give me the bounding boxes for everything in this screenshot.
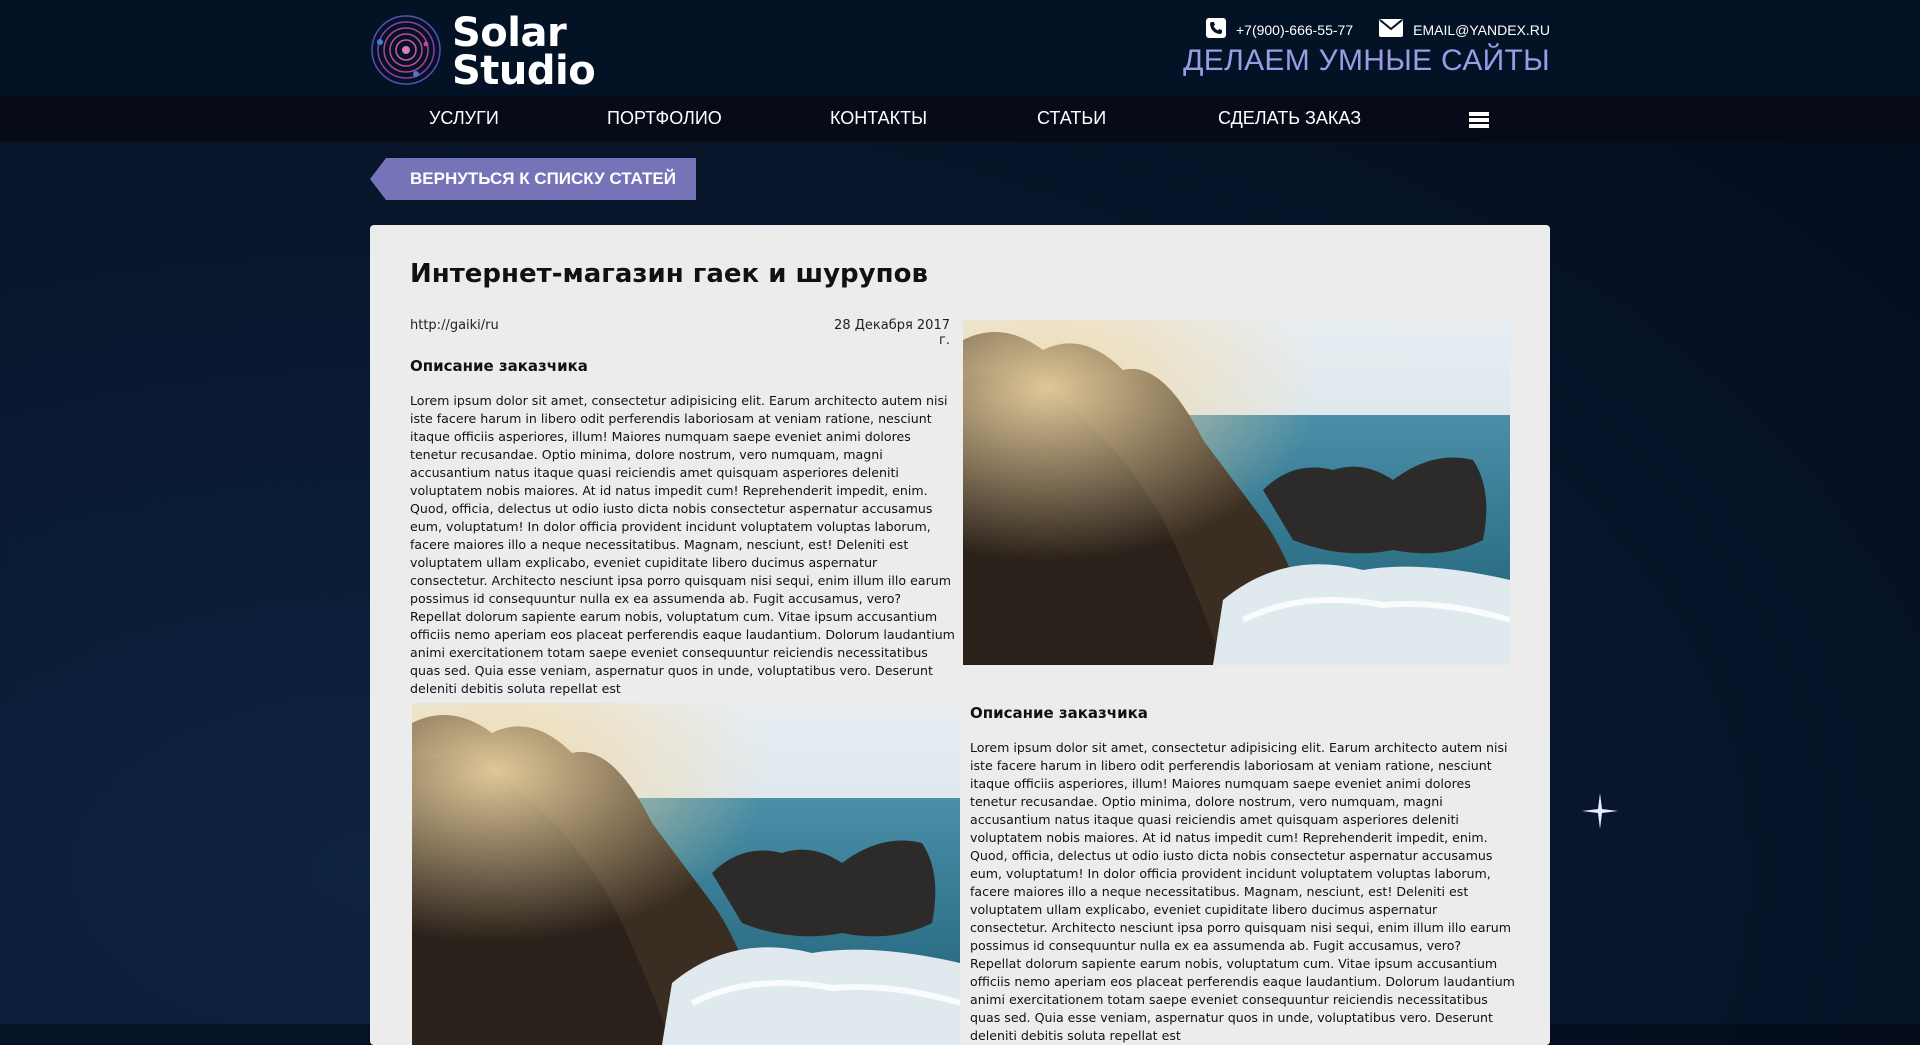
logo-text: Solar Studio [452, 10, 596, 94]
contacts: +7(900)-666-55-77 EMAIL@YANDEX.RU [1205, 18, 1550, 41]
logo[interactable]: Solar Studio [370, 10, 596, 94]
phone-contact[interactable]: +7(900)-666-55-77 [1205, 18, 1354, 41]
phone-number: +7(900)-666-55-77 [1235, 21, 1354, 38]
email-address: EMAIL@YANDEX.RU [1413, 21, 1550, 38]
article-photo-1 [963, 320, 1510, 665]
section1-text: Lorem ipsum dolor sit amet, consectetur … [410, 393, 955, 696]
nav-item-services[interactable]: УСЛУГИ [429, 108, 499, 129]
star-icon [1582, 793, 1618, 829]
article-card: Интернет-магазин гаек и шурупов http://g… [370, 225, 1550, 1045]
back-button-label: ВЕРНУТЬСЯ К СПИСКУ СТАТЕЙ [386, 158, 696, 200]
nav-item-order[interactable]: СДЕЛАТЬ ЗАКАЗ [1218, 108, 1361, 129]
back-arrow-icon [370, 158, 386, 200]
mail-icon [1379, 19, 1404, 40]
article-title: Интернет-магазин гаек и шурупов [410, 259, 928, 289]
article-url[interactable]: http://gaiki/ru [410, 318, 499, 333]
nav-item-portfolio[interactable]: ПОРТФОЛИО [607, 108, 722, 129]
section1-heading: Описание заказчика [410, 357, 588, 375]
logo-line-1: Solar [452, 10, 567, 56]
back-to-articles-button[interactable]: ВЕРНУТЬСЯ К СПИСКУ СТАТЕЙ [370, 158, 696, 200]
solar-logo-icon [370, 14, 442, 90]
nav-item-articles[interactable]: СТАТЬИ [1037, 108, 1106, 129]
logo-line-2: Studio [452, 48, 596, 94]
menu-icon[interactable] [1469, 112, 1489, 128]
phone-icon [1205, 18, 1226, 41]
email-contact[interactable]: EMAIL@YANDEX.RU [1379, 19, 1550, 40]
site-header: Solar Studio +7(900)-666-55-77 EMAIL@YAN… [0, 0, 1920, 96]
section2-heading: Описание заказчика [970, 704, 1148, 722]
section2-text: Lorem ipsum dolor sit amet, consectetur … [970, 740, 1515, 1043]
tagline: ДЕЛАЕМ УМНЫЕ САЙТЫ [1183, 44, 1550, 77]
article-date: 28 Декабря 2017 г. [834, 318, 950, 348]
article-photo-2 [412, 703, 960, 1045]
nav-item-contacts[interactable]: КОНТАКТЫ [830, 108, 927, 129]
main-nav: УСЛУГИ ПОРТФОЛИО КОНТАКТЫ СТАТЬИ СДЕЛАТЬ… [0, 96, 1920, 142]
